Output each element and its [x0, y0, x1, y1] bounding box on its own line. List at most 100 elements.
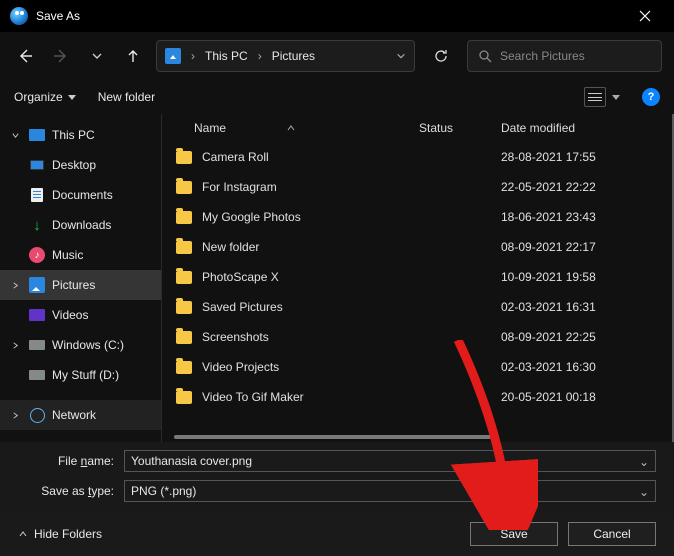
chevron-right-icon	[11, 411, 20, 420]
tree-downloads[interactable]: ↓ Downloads	[0, 210, 161, 240]
type-label: Save as type:	[18, 484, 124, 498]
file-row[interactable]: Video Projects02-03-2021 16:30	[174, 352, 668, 382]
arrow-left-icon	[16, 47, 34, 65]
file-date: 18-06-2021 23:43	[501, 210, 668, 224]
col-name[interactable]: Name	[174, 121, 419, 135]
pictures-icon	[29, 277, 45, 293]
file-name: New folder	[202, 240, 259, 254]
folder-icon	[176, 301, 192, 314]
file-pane: Name Status Date modified Camera Roll 28-…	[162, 114, 674, 442]
col-date[interactable]: Date modified	[501, 121, 668, 135]
view-mode-button[interactable]	[584, 87, 606, 107]
folder-icon	[176, 181, 192, 194]
search-box[interactable]: Search Pictures	[467, 40, 662, 72]
footer: Hide Folders Save Cancel	[0, 514, 674, 546]
window-title: Save As	[36, 9, 80, 23]
main-area: This PC Desktop Documents ↓ Downloads ♪ …	[0, 114, 674, 442]
file-date: 10-09-2021 19:58	[501, 270, 668, 284]
sort-indicator-icon	[286, 123, 296, 133]
file-row[interactable]: New folder08-09-2021 22:17	[174, 232, 668, 262]
pictures-path-icon	[165, 48, 181, 64]
tree-music[interactable]: ♪ Music	[0, 240, 161, 270]
file-row[interactable]: Video To Gif Maker20-05-2021 00:18	[174, 382, 668, 412]
tree-network[interactable]: Network	[0, 400, 161, 430]
chevron-down-icon	[91, 50, 103, 62]
chevron-right-icon	[11, 341, 20, 350]
pc-icon	[29, 129, 45, 141]
column-headers: Name Status Date modified	[174, 114, 668, 142]
breadcrumb-pictures[interactable]: Pictures	[272, 49, 315, 63]
file-row[interactable]: PhotoScape X 10-09-2021 19:58	[174, 262, 668, 292]
filename-input[interactable]: Youthanasia cover.png ⌄	[124, 450, 656, 472]
file-row[interactable]: Screenshots 08-09-2021 22:25	[174, 322, 668, 352]
file-date: 02-03-2021 16:30	[501, 360, 668, 374]
close-icon	[639, 10, 651, 22]
chevron-up-icon	[18, 529, 28, 539]
file-name: For Instagram	[202, 180, 277, 194]
file-date: 28-08-2021 17:55	[501, 150, 668, 164]
nav-tree: This PC Desktop Documents ↓ Downloads ♪ …	[0, 114, 162, 442]
breadcrumb-thispc[interactable]: This PC	[205, 49, 248, 63]
organize-menu[interactable]: Organize	[14, 90, 76, 104]
file-date: 02-03-2021 16:31	[501, 300, 668, 314]
videos-icon	[29, 309, 45, 321]
recent-dropdown[interactable]	[84, 43, 110, 69]
file-date: 20-05-2021 00:18	[501, 390, 668, 404]
new-folder-button[interactable]: New folder	[98, 90, 155, 104]
tree-thispc[interactable]: This PC	[0, 120, 161, 150]
file-row[interactable]: My Google Photos18-06-2021 23:43	[174, 202, 668, 232]
file-name: PhotoScape X	[202, 270, 279, 284]
tree-windows-c[interactable]: Windows (C:)	[0, 330, 161, 360]
folder-icon	[176, 211, 192, 224]
file-date: 22-05-2021 22:22	[501, 180, 668, 194]
close-button[interactable]	[622, 0, 668, 32]
folder-icon	[176, 391, 192, 404]
chevron-down-icon[interactable]	[396, 51, 406, 61]
file-row[interactable]: Camera Roll 28-08-2021 17:55	[174, 142, 668, 172]
chevron-down-icon[interactable]: ⌄	[639, 455, 649, 469]
help-button[interactable]: ?	[642, 88, 660, 106]
up-button[interactable]	[120, 43, 146, 69]
col-status[interactable]: Status	[419, 121, 501, 135]
title-bar: Save As	[0, 0, 674, 32]
documents-icon	[31, 188, 43, 202]
file-row[interactable]: Saved Pictures02-03-2021 16:31	[174, 292, 668, 322]
downloads-icon: ↓	[33, 218, 41, 233]
folder-icon	[176, 361, 192, 374]
tree-pictures[interactable]: Pictures	[0, 270, 161, 300]
nav-row: › This PC › Pictures Search Pictures	[0, 32, 674, 80]
tree-documents[interactable]: Documents	[0, 180, 161, 210]
app-icon	[10, 7, 28, 25]
folder-icon	[176, 151, 192, 164]
search-placeholder: Search Pictures	[500, 49, 585, 63]
tree-mystuff-d[interactable]: My Stuff (D:)	[0, 360, 161, 390]
save-button[interactable]: Save	[470, 522, 558, 546]
filename-label: File name:	[18, 454, 124, 468]
music-icon: ♪	[29, 247, 45, 263]
folder-icon	[176, 271, 192, 284]
chevron-right-icon: ›	[191, 49, 195, 63]
file-name: Camera Roll	[202, 150, 269, 164]
chevron-down-icon[interactable]: ⌄	[639, 485, 649, 499]
back-button[interactable]	[12, 43, 38, 69]
chevron-down-icon	[11, 131, 20, 140]
chevron-right-icon: ›	[258, 49, 262, 63]
file-row[interactable]: For Instagram 22-05-2021 22:22	[174, 172, 668, 202]
refresh-button[interactable]	[425, 40, 457, 72]
h-scrollbar[interactable]	[174, 435, 662, 439]
type-select[interactable]: PNG (*.png) ⌄	[124, 480, 656, 502]
file-name: Screenshots	[202, 330, 269, 344]
arrow-up-icon	[125, 48, 141, 64]
file-date: 08-09-2021 22:25	[501, 330, 668, 344]
hide-folders-toggle[interactable]: Hide Folders	[18, 527, 102, 541]
caret-down-icon[interactable]	[612, 93, 620, 101]
cancel-button[interactable]: Cancel	[568, 522, 656, 546]
forward-button[interactable]	[48, 43, 74, 69]
network-icon	[30, 408, 45, 423]
bottom-panel: File name: Youthanasia cover.png ⌄ Save …	[0, 442, 674, 514]
tree-desktop[interactable]: Desktop	[0, 150, 161, 180]
arrow-right-icon	[52, 47, 70, 65]
tree-videos[interactable]: Videos	[0, 300, 161, 330]
address-bar[interactable]: › This PC › Pictures	[156, 40, 415, 72]
toolbar: Organize New folder ?	[0, 80, 674, 114]
